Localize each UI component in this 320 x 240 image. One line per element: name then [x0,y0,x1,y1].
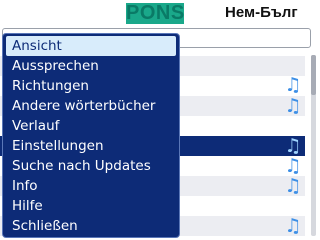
menu-item-andere-woerterbuecher[interactable]: Andere wörterbücher [3,96,179,116]
menu-item-einstellungen[interactable]: Einstellungen [3,136,179,156]
menu-item-richtungen[interactable]: Richtungen [3,76,179,96]
menu-item-ansicht[interactable]: Ansicht [6,36,176,56]
menu-item-info[interactable]: Info [3,176,179,196]
music-note-icon[interactable]: ♫ [283,216,303,236]
music-note-icon[interactable]: ♫ [283,75,303,95]
app-header: PONS Нем-Бълг [0,0,320,30]
music-note-icon[interactable]: ♫ [283,136,303,156]
options-menu: Ansicht Aussprechen Richtungen Andere wö… [2,33,180,238]
music-note-icon[interactable]: ♫ [283,96,303,116]
dictionary-direction[interactable]: Нем-Бълг [225,4,298,21]
menu-item-schliessen[interactable]: Schließen [3,216,179,236]
menu-item-updates[interactable]: Suche nach Updates [3,156,179,176]
music-note-icon[interactable]: ♫ [283,176,303,196]
menu-item-aussprechen[interactable]: Aussprechen [3,56,179,76]
menu-item-hilfe[interactable]: Hilfe [3,196,179,216]
menu-item-verlauf[interactable]: Verlauf [3,116,179,136]
music-note-icon[interactable]: ♫ [283,156,303,176]
scrollbar-thumb[interactable] [311,55,316,95]
scrollbar[interactable] [311,55,316,236]
pons-logo: PONS [126,2,185,24]
